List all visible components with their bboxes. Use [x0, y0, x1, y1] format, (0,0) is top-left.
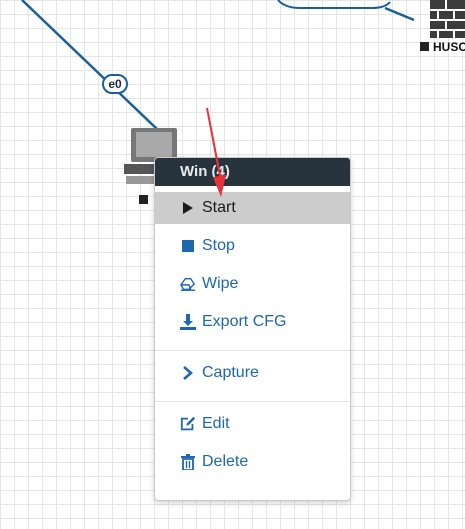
menu-item-start-label: Start — [202, 199, 236, 216]
link-label-e0[interactable]: e0 — [102, 74, 128, 94]
chevron-right-icon — [180, 365, 196, 381]
download-icon — [180, 314, 196, 330]
menu-item-delete-label: Delete — [202, 453, 249, 470]
menu-item-delete[interactable]: Delete — [155, 446, 350, 478]
menu-item-stop-label: Stop — [202, 237, 235, 254]
trash-icon — [180, 454, 196, 470]
menu-item-export-cfg[interactable]: Export CFG — [155, 306, 350, 338]
menu-divider — [155, 401, 350, 402]
menu-item-capture[interactable]: Capture — [155, 357, 350, 389]
network-link-router-2[interactable] — [384, 6, 415, 22]
menu-item-start[interactable]: Start — [155, 192, 350, 224]
edit-icon — [180, 416, 196, 432]
context-menu-title: Win (4) — [155, 158, 350, 186]
menu-item-edit[interactable]: Edit — [155, 408, 350, 440]
menu-item-wipe-label: Wipe — [202, 275, 239, 292]
router-name-label[interactable]: HUSC — [433, 40, 465, 54]
menu-item-export-cfg-label: Export CFG — [202, 313, 287, 330]
menu-item-wipe[interactable]: Wipe — [155, 268, 350, 300]
menu-item-stop[interactable]: Stop — [155, 230, 350, 262]
menu-item-edit-label: Edit — [202, 415, 230, 432]
stop-icon — [180, 238, 196, 254]
eraser-icon — [180, 276, 196, 292]
node-context-menu: Win (4) Start Stop Wipe Export CFG Captu… — [154, 157, 351, 501]
play-icon — [180, 200, 196, 216]
menu-divider — [155, 350, 350, 351]
menu-item-capture-label: Capture — [202, 364, 259, 381]
network-link-router[interactable] — [277, 0, 391, 9]
pc-status-indicator — [139, 195, 148, 204]
network-link-e0[interactable] — [21, 0, 159, 131]
router-status-indicator — [420, 42, 429, 51]
firewall-icon[interactable] — [430, 0, 465, 38]
